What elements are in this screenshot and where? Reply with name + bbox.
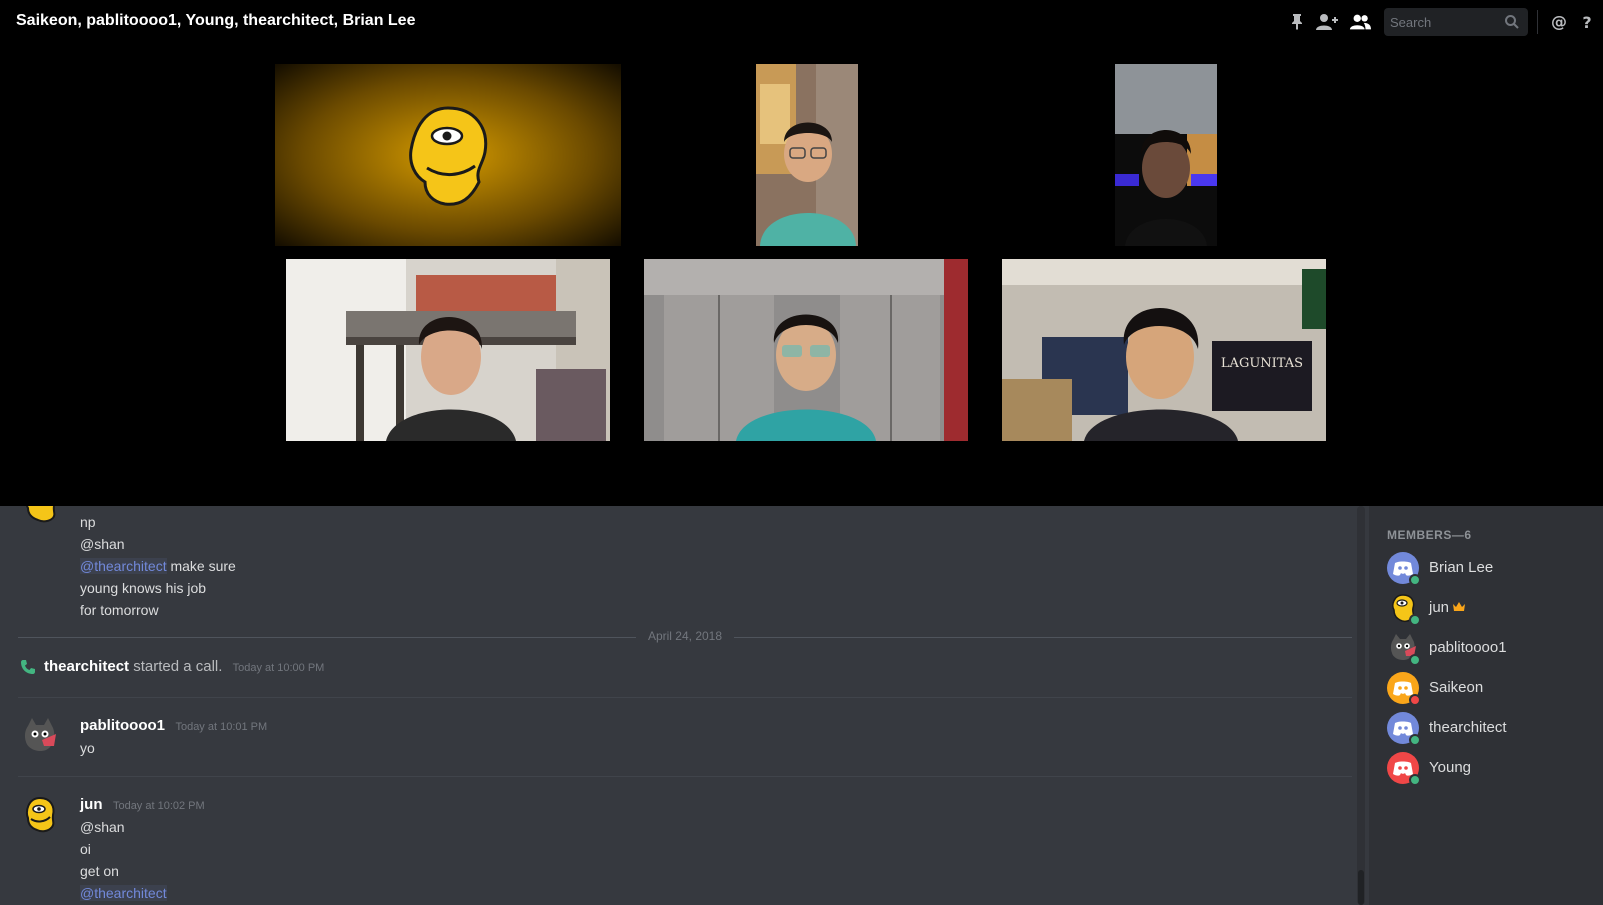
system-message-user[interactable]: thearchitect <box>44 658 129 675</box>
member-item-saikeon[interactable]: Saikeon <box>1377 668 1595 708</box>
user-mention[interactable]: @thearchitect <box>80 558 167 574</box>
member-name: Saikeon <box>1429 679 1484 696</box>
message-divider <box>18 697 1352 698</box>
timestamp: Today at 10:00 PM <box>232 662 325 674</box>
timestamp: Today at 10:02 PM <box>112 800 205 812</box>
header-divider <box>1537 10 1538 34</box>
pin-icon[interactable] <box>1286 12 1308 32</box>
member-item-thearchitect[interactable]: thearchitect <box>1377 708 1595 748</box>
member-item-brian-lee[interactable]: Brian Lee <box>1377 548 1595 588</box>
call-area: Saikeon, pablitoooo1, Young, thearchitec… <box>0 0 1603 506</box>
status-online-icon <box>1409 734 1421 746</box>
video-tile-participant-6[interactable]: LAGUNITAS <box>1002 259 1326 441</box>
date-divider-line <box>18 637 636 638</box>
phone-icon <box>20 659 36 680</box>
member-name: jun <box>1429 599 1466 616</box>
chat-messages[interactable]: np @shan @thearchitect make sure young k… <box>0 506 1369 905</box>
member-name: Young <box>1429 759 1471 776</box>
message-text: yo <box>80 740 95 756</box>
message-author[interactable]: pablitoooo1 <box>80 717 165 734</box>
message-text: @shan <box>80 819 125 835</box>
system-message: thearchitect started a call. Today at 10… <box>44 658 324 675</box>
status-dnd-icon <box>1409 694 1421 706</box>
search-input[interactable] <box>1390 12 1500 32</box>
message-text: make sure <box>170 558 236 574</box>
member-name-text: jun <box>1429 599 1450 616</box>
svg-text:@: @ <box>1551 13 1567 31</box>
pablito-avatar-icon[interactable] <box>20 716 60 756</box>
member-item-young[interactable]: Young <box>1377 748 1595 788</box>
svg-text:LAGUNITAS: LAGUNITAS <box>1221 356 1303 371</box>
channel-header: Saikeon, pablitoooo1, Young, thearchitec… <box>0 0 1603 44</box>
date-divider-line <box>734 637 1352 638</box>
user-mention[interactable]: @thearchitect <box>80 885 167 901</box>
message-author[interactable]: jun <box>80 796 103 813</box>
search-box[interactable] <box>1384 8 1528 36</box>
message-text: for tomorrow <box>80 602 159 618</box>
member-item-pablitoooo1[interactable]: pablitoooo1 <box>1377 628 1595 668</box>
video-tile-participant-4[interactable] <box>286 259 610 441</box>
message-header: pablitoooo1 Today at 10:01 PM <box>80 717 267 735</box>
video-tile-participant-2[interactable] <box>756 64 858 246</box>
message-text: np <box>80 514 96 530</box>
timestamp: Today at 10:01 PM <box>175 721 268 733</box>
members-icon[interactable] <box>1349 12 1371 32</box>
video-tile-participant-5[interactable] <box>644 259 968 441</box>
scrollbar-thumb[interactable] <box>1358 870 1364 905</box>
member-list-header: MEMBERS—6 <box>1387 528 1472 542</box>
status-online-icon <box>1409 774 1421 786</box>
member-name: Brian Lee <box>1429 559 1494 576</box>
system-message-text: started a call. <box>133 658 223 675</box>
help-icon[interactable]: ? <box>1576 12 1598 32</box>
status-online-icon <box>1409 654 1421 666</box>
member-list: MEMBERS—6 Brian Lee jun pablitoooo1 Saik… <box>1369 506 1603 905</box>
message-text: @thearchitect <box>80 885 167 901</box>
svg-text:?: ? <box>1582 13 1591 31</box>
jun-avatar-icon[interactable] <box>20 795 60 835</box>
crown-icon <box>1453 599 1466 616</box>
message-divider <box>18 776 1352 777</box>
add-member-icon[interactable] <box>1316 12 1338 32</box>
video-tile-participant-3[interactable] <box>1115 64 1217 246</box>
date-divider: April 24, 2018 <box>647 629 723 643</box>
member-item-jun[interactable]: jun <box>1377 588 1595 628</box>
message-text: young knows his job <box>80 580 207 596</box>
scrollbar-track[interactable] <box>1357 506 1365 905</box>
status-online-icon <box>1409 614 1421 626</box>
jun-avatar-icon[interactable] <box>20 506 60 524</box>
message-text: @thearchitect make sure <box>80 558 236 574</box>
member-name: pablitoooo1 <box>1429 639 1507 656</box>
message-text: oi <box>80 841 91 857</box>
status-online-icon <box>1409 574 1421 586</box>
message-text: get on <box>80 863 119 879</box>
message-text: @shan <box>80 536 125 552</box>
search-icon[interactable] <box>1504 14 1520 35</box>
mention-icon[interactable]: @ <box>1548 12 1570 32</box>
channel-title: Saikeon, pablitoooo1, Young, thearchitec… <box>16 12 416 29</box>
message-header: jun Today at 10:02 PM <box>80 796 205 814</box>
member-name: thearchitect <box>1429 719 1507 736</box>
video-tile-jun[interactable] <box>275 64 621 246</box>
